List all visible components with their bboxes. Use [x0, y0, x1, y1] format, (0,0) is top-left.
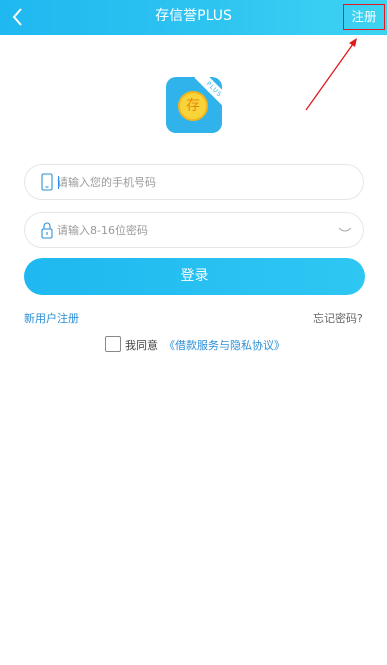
phone-input[interactable] — [57, 165, 337, 199]
mobile-phone-icon — [41, 173, 53, 191]
phone-field[interactable] — [24, 164, 364, 200]
eye-closed-icon[interactable] — [338, 225, 352, 235]
new-user-register-link[interactable]: 新用户注册 — [24, 310, 79, 326]
agreement-link[interactable]: 《借款服务与隐私协议》 — [164, 337, 285, 353]
forgot-password-link[interactable]: 忘记密码? — [313, 310, 363, 326]
coin-icon: 存 — [178, 91, 208, 121]
login-button[interactable]: 登录 — [24, 258, 365, 295]
app-logo: PLUS 存 — [166, 77, 222, 133]
agree-checkbox[interactable] — [105, 336, 121, 352]
lock-icon — [41, 222, 53, 239]
password-input[interactable] — [57, 213, 337, 247]
agree-label: 我同意 — [125, 339, 158, 352]
password-field[interactable] — [24, 212, 364, 248]
